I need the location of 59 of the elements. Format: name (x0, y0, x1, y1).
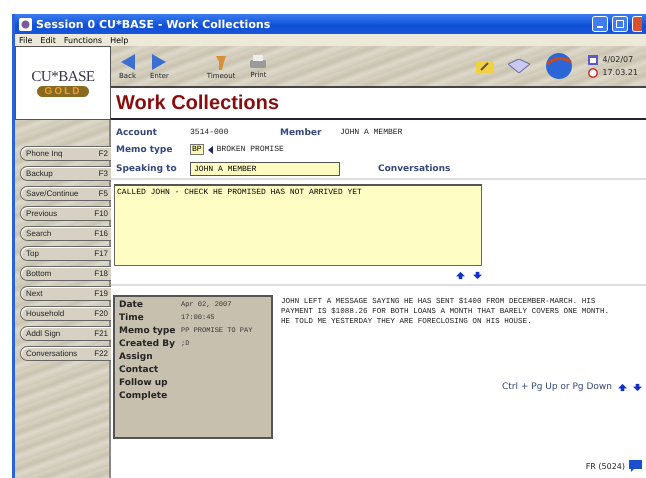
speaking-to-field[interactable]: JOHN A MEMBER (190, 162, 340, 176)
maximize-button[interactable] (612, 16, 628, 32)
status-date: 4/02/07 (602, 55, 634, 64)
printer-icon (249, 54, 268, 70)
function-key-button[interactable]: Backup F3 (20, 166, 111, 181)
detail-label: Created By (119, 339, 176, 349)
field-label: Memo type (116, 144, 174, 155)
close-button[interactable] (632, 16, 642, 32)
screen-id: FR (5024) (586, 462, 625, 470)
function-key-button[interactable]: Previous F10 (20, 206, 111, 221)
dropdown-arrow-icon[interactable] (208, 146, 213, 154)
member-name: JOHN A MEMBER (340, 128, 404, 138)
forward-arrow-icon (151, 52, 168, 70)
maximize-icon (616, 20, 624, 28)
field-label: Member (280, 128, 322, 138)
detail-label: Assign (119, 352, 154, 362)
function-key-button[interactable]: Search F16 (20, 226, 111, 241)
function-key-button[interactable]: Top F17 (20, 246, 111, 261)
back-arrow-icon (120, 52, 136, 70)
function-key-button[interactable]: Conversations F22 (20, 346, 111, 361)
app-icon (19, 18, 32, 30)
field-label: Account (116, 128, 158, 138)
minimize-button[interactable] (592, 16, 608, 32)
detail-label: Complete (119, 391, 168, 401)
logo: CU*BASE GOLD (15, 46, 111, 120)
page-down-icon[interactable] (633, 382, 642, 392)
page-up-icon[interactable] (456, 270, 465, 280)
memo-text-area[interactable]: CALLED JOHN - CHECK HE PROMISED HAS NOT ARRIVED YET (114, 184, 482, 266)
conversations-label: Conversations (378, 164, 452, 174)
menu-item[interactable]: Help (110, 36, 128, 44)
function-key-button[interactable]: Next F19 (20, 286, 111, 301)
page-up-icon[interactable] (618, 382, 627, 392)
detail-label: Memo type (119, 326, 176, 336)
globe-icon[interactable] (544, 52, 574, 80)
account-number: 3514-000 (190, 128, 230, 138)
detail-label: Contact (119, 365, 160, 375)
function-key-button[interactable]: Phone Inq F2 (20, 146, 111, 161)
calendar-icon (588, 54, 598, 64)
function-key-button[interactable]: Household F20 (20, 306, 111, 321)
page-down-icon[interactable] (473, 270, 482, 280)
menu-item[interactable]: Edit (40, 36, 56, 44)
detail-label: Follow up (119, 378, 169, 388)
function-key-button[interactable]: Addl Sign F21 (20, 326, 111, 341)
help-icon[interactable] (629, 460, 642, 472)
clock-icon (588, 68, 598, 78)
status-time: 17.03.21 (602, 68, 638, 77)
page-title: Work Collections (116, 92, 279, 114)
detail-label: Time (119, 313, 145, 323)
menu-item[interactable]: Functions (64, 36, 102, 44)
memo-description: BROKEN PROMISE (216, 145, 284, 154)
detail-label: Date (119, 300, 144, 310)
field-label: Speaking to (116, 164, 178, 174)
function-key-button[interactable]: Save/Continue F5 (20, 186, 111, 201)
folder-icon[interactable] (476, 59, 494, 73)
memo-code-field[interactable]: BP (190, 144, 204, 156)
navigation-hint: Ctrl + Pg Up or Pg Down (502, 382, 612, 392)
menu-item[interactable]: File (19, 36, 32, 44)
window-title: Session 0 CU*BASE - Work Collections (36, 18, 272, 30)
function-key-button[interactable]: Bottom F18 (20, 266, 111, 281)
